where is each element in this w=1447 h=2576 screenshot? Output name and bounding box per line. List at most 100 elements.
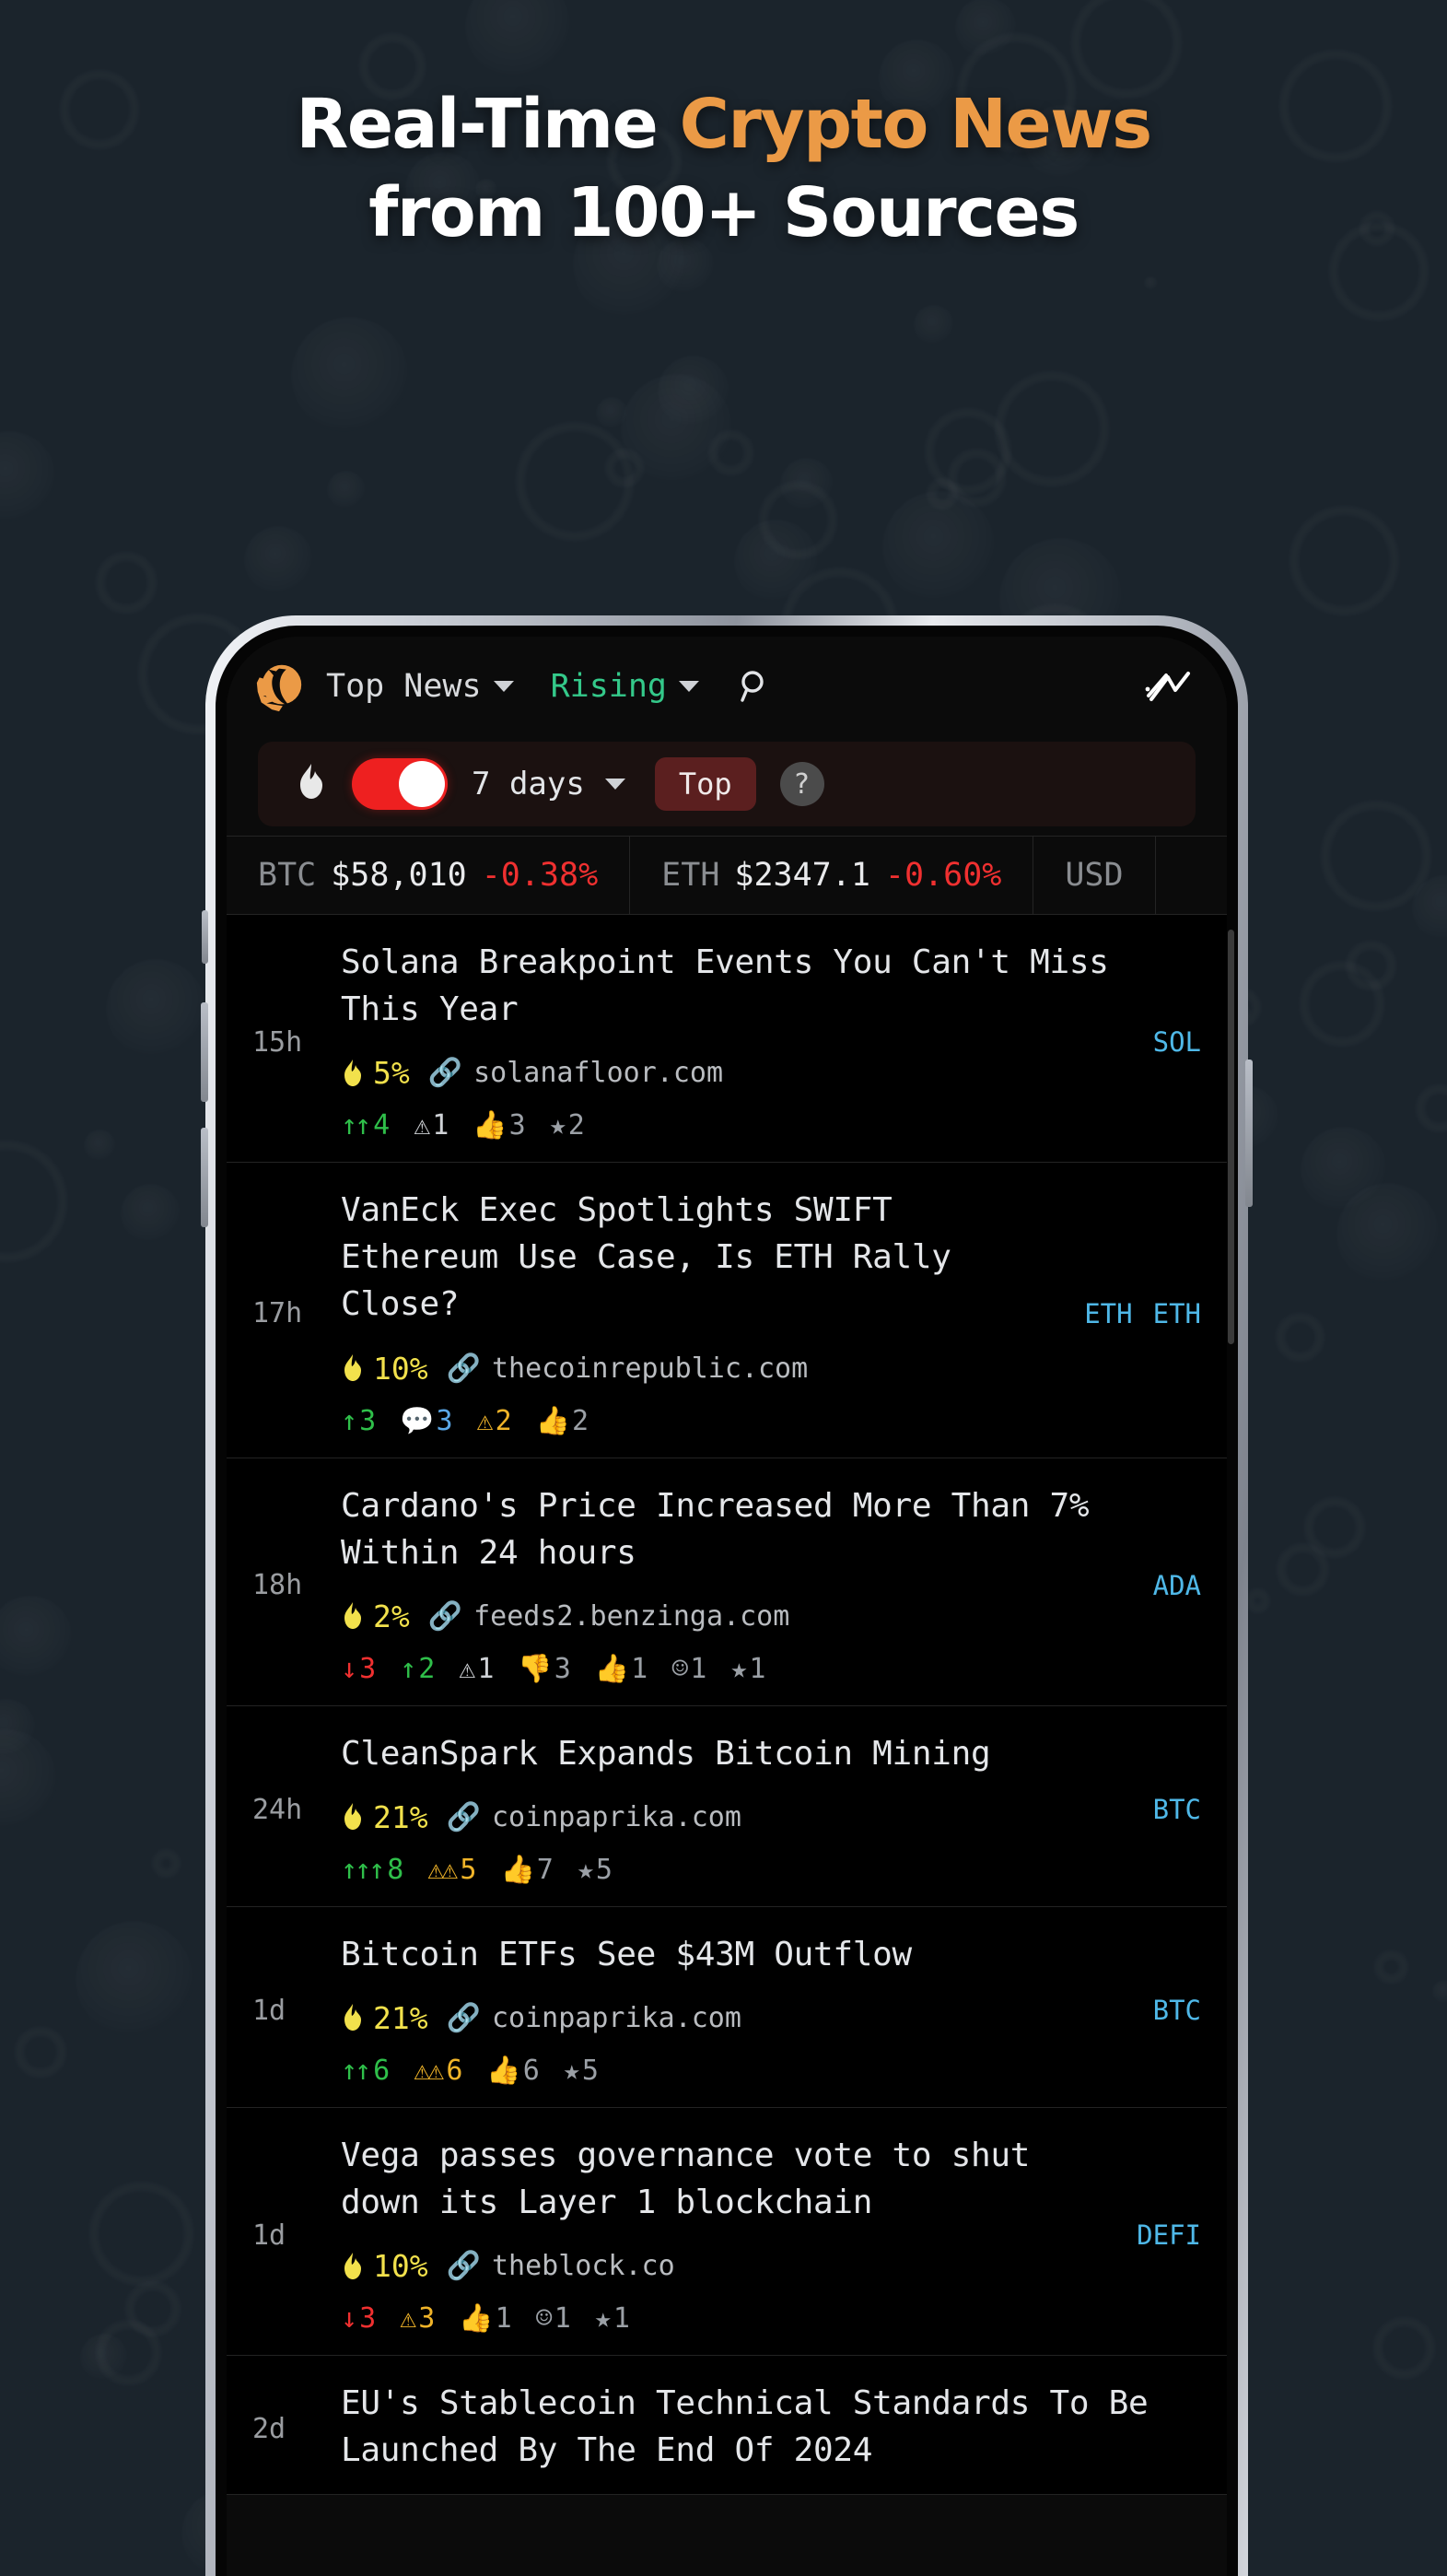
help-icon[interactable]: ? [779, 762, 824, 806]
reaction-lol[interactable]: ☺ 1 [671, 1653, 706, 1685]
news-item[interactable]: 17h VanEck Exec Spotlights SWIFT Ethereum… [227, 1163, 1227, 1458]
news-title[interactable]: Cardano's Price Increased More Than 7% W… [341, 1482, 1137, 1576]
news-source[interactable]: 🔗 theblock.co [447, 2250, 675, 2282]
news-feed: 15h Solana Breakpoint Events You Can't Mi… [227, 915, 1227, 2496]
reaction-count: 5 [460, 1853, 477, 1886]
news-title[interactable]: VanEck Exec Spotlights SWIFT Ethereum Us… [341, 1187, 1068, 1328]
reaction-lol[interactable]: ☺ 1 [536, 2302, 571, 2335]
ticker-change: -0.38% [481, 857, 599, 894]
reaction-upvote[interactable]: ↑ 3 [341, 1405, 376, 1437]
reaction-icon: 👍 [594, 1652, 629, 1685]
reaction-upvote[interactable]: ↑↑ 6 [341, 2055, 390, 2087]
reaction-warning[interactable]: ⚠ 3 [400, 2302, 435, 2335]
currency-tag[interactable]: ADA [1153, 1570, 1201, 1601]
bubble-decoration [79, 2333, 129, 2383]
bubble-decoration [243, 525, 313, 595]
news-title[interactable]: CleanSpark Expands Bitcoin Mining [341, 1730, 1137, 1777]
hot-filter-toggle[interactable] [352, 758, 448, 810]
reaction-saved[interactable]: ★ 1 [595, 2302, 630, 2335]
reaction-count: 7 [536, 1853, 554, 1886]
phone-silent-switch[interactable] [202, 910, 208, 964]
bubble-decoration [1289, 506, 1399, 615]
reaction-warning[interactable]: ⚠ 1 [459, 1653, 494, 1685]
phone-volume-up-button[interactable] [201, 1002, 208, 1102]
search-button[interactable] [732, 664, 776, 708]
reaction-like[interactable]: 👍 1 [595, 1653, 648, 1685]
flame-icon [344, 1059, 361, 1086]
reaction-like[interactable]: 👍 2 [536, 1405, 589, 1437]
news-item[interactable]: 24h CleanSpark Expands Bitcoin Mining 21% 🔗… [227, 1705, 1227, 1907]
news-item[interactable]: 1d Vega passes governance vote to shut do… [227, 2107, 1227, 2357]
hotness-percent: 5% [341, 1055, 410, 1091]
news-source[interactable]: 🔗 thecoinrepublic.com [447, 1352, 809, 1385]
news-item[interactable]: 1d Bitcoin ETFs See $43M Outflow 21% 🔗 coinp… [227, 1906, 1227, 2108]
currency-tag[interactable]: SOL [1153, 1026, 1201, 1058]
ticker-symbol: USD [1065, 857, 1124, 894]
nav-sort-dropdown[interactable]: Rising [551, 668, 700, 705]
reaction-warning[interactable]: ⚠ 1 [414, 1109, 449, 1142]
top-filter-button[interactable]: Top [654, 757, 756, 811]
reaction-saved[interactable]: ★ 5 [564, 2055, 599, 2087]
reaction-saved[interactable]: ★ 2 [550, 1109, 585, 1142]
bubble-decoration [1374, 1950, 1407, 1984]
news-source[interactable]: 🔗 coinpaprika.com [447, 1801, 741, 1833]
reaction-comment[interactable]: 💬 3 [400, 1405, 452, 1437]
analytics-button[interactable] [1144, 664, 1196, 708]
reaction-upvote[interactable]: ↑↑↑ 8 [341, 1854, 403, 1886]
bubble-decoration [0, 1595, 73, 1680]
reaction-count: 6 [446, 2054, 463, 2087]
ticker-item[interactable]: BTC $58,010 -0.38% [227, 837, 631, 914]
reaction-warning[interactable]: ⚠ 2 [477, 1405, 512, 1437]
headline-line1-accent: Crypto News [679, 85, 1153, 164]
currency-tag[interactable]: ETH [1084, 1298, 1132, 1329]
news-title[interactable]: Vega passes governance vote to shut down… [341, 2132, 1120, 2226]
reaction-upvote[interactable]: ↑ 2 [400, 1653, 435, 1685]
news-source[interactable]: 🔗 feeds2.benzinga.com [428, 1600, 790, 1633]
chevron-down-icon [679, 681, 700, 692]
reaction-downvote[interactable]: ↓ 3 [341, 1653, 376, 1685]
news-source[interactable]: 🔗 solanafloor.com [428, 1057, 723, 1089]
news-source[interactable]: 🔗 coinpaprika.com [447, 2002, 741, 2034]
reaction-like[interactable]: 👍 7 [500, 1854, 553, 1886]
reaction-dislike[interactable]: 👎 3 [518, 1653, 570, 1685]
phone-power-button[interactable] [1245, 1060, 1253, 1207]
news-timestamp: 18h [252, 1569, 303, 1602]
reaction-downvote[interactable]: ↓ 3 [341, 2302, 376, 2335]
reaction-like[interactable]: 👍 6 [486, 2055, 539, 2087]
news-item[interactable]: 15h Solana Breakpoint Events You Can't Mi… [227, 915, 1227, 1164]
reaction-like[interactable]: 👍 1 [459, 2302, 511, 2335]
reaction-count: 1 [613, 2302, 630, 2336]
ticker-item[interactable]: USD [1033, 837, 1156, 914]
reaction-saved[interactable]: ★ 1 [730, 1653, 765, 1685]
news-title[interactable]: Bitcoin ETFs See $43M Outflow [341, 1931, 1137, 1978]
reaction-warning[interactable]: ⚠⚠ 6 [414, 2055, 462, 2087]
period-label: 7 days [472, 766, 585, 802]
phone-volume-down-button[interactable] [201, 1128, 208, 1227]
bubble-decoration [89, 2182, 193, 2286]
news-title[interactable]: Solana Breakpoint Events You Can't Miss … [341, 939, 1137, 1033]
reaction-warning[interactable]: ⚠⚠ 5 [427, 1854, 476, 1886]
currency-tag[interactable]: BTC [1153, 1995, 1201, 2026]
news-reactions: ↑ 3 💬 3 ⚠ 2 👍 2 [341, 1405, 1068, 1437]
bubble-decoration [15, 2027, 66, 2078]
app-scrollbar[interactable] [1228, 930, 1234, 1344]
reaction-like[interactable]: 👍 3 [473, 1109, 525, 1142]
news-item[interactable]: 18h Cardano's Price Increased More Than 7… [227, 1458, 1227, 1706]
reaction-saved[interactable]: ★ 5 [578, 1854, 613, 1886]
reaction-upvote[interactable]: ↑↑ 4 [341, 1109, 390, 1142]
reaction-icon: ↓ [341, 2302, 357, 2336]
currency-tag[interactable]: DEFI [1137, 2219, 1201, 2251]
ticker-item[interactable]: ETH $2347.1 -0.60% [630, 837, 1034, 914]
currency-tag[interactable]: ETH [1153, 1298, 1201, 1329]
wolf-logo-icon[interactable] [252, 658, 306, 715]
period-dropdown[interactable]: 7 days [472, 766, 625, 802]
currency-tag[interactable]: BTC [1153, 1794, 1201, 1825]
nav-category-dropdown[interactable]: Top News [326, 668, 514, 705]
bubble-decoration [1300, 961, 1384, 1046]
news-meta: 2% 🔗 feeds2.benzinga.com [341, 1598, 1137, 1634]
news-item[interactable]: 2d EU's Stablecoin Technical Standards To… [227, 2356, 1227, 2496]
price-ticker[interactable]: BTC $58,010 -0.38% ETH $2347.1 -0.60% USD [227, 836, 1227, 915]
news-title[interactable]: EU's Stablecoin Technical Standards To B… [341, 2380, 1184, 2474]
toggle-knob [399, 761, 445, 807]
reaction-icon: ⚠⚠ [427, 1853, 458, 1886]
